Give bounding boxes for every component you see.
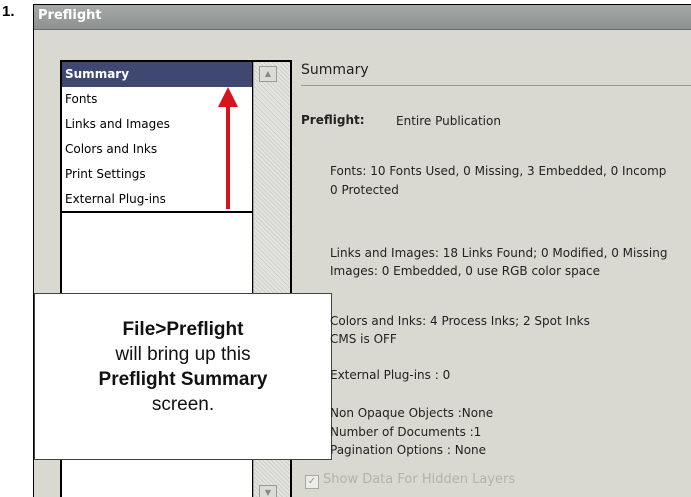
colors-summary-line-2: CMS is OFF <box>330 332 397 346</box>
hidden-layers-label[interactable]: Show Data For Hidden Layers <box>323 472 515 487</box>
scroll-up-arrow-icon[interactable]: ▲ <box>259 66 277 82</box>
pagination-options: Pagination Options : None <box>330 443 487 457</box>
plugins-summary: External Plug-ins : 0 <box>330 368 451 382</box>
summary-divider <box>301 85 691 86</box>
links-summary-line-2: Images: 0 Embedded, 0 use RGB color spac… <box>330 264 601 278</box>
number-of-documents: Number of Documents :1 <box>330 425 482 439</box>
preflight-label: Preflight: <box>301 113 365 127</box>
step-number: 1. <box>2 3 15 20</box>
callout-line-1: File>Preflight <box>122 319 244 340</box>
preflight-window: Preflight Summary Fonts Links and Images… <box>33 4 691 497</box>
list-divider <box>62 211 252 213</box>
instruction-callout: File>Preflight will bring up this Prefli… <box>34 293 332 460</box>
red-up-arrow-icon <box>218 87 238 209</box>
summary-heading: Summary <box>301 62 369 78</box>
window-title: Preflight <box>38 8 102 23</box>
callout-line-4: screen. <box>151 394 215 415</box>
colors-summary-line-1: Colors and Inks: 4 Process Inks; 2 Spot … <box>330 314 590 328</box>
preflight-value: Entire Publication <box>396 114 501 128</box>
title-bar[interactable]: Preflight <box>34 5 691 30</box>
scroll-down-arrow-icon[interactable]: ▼ <box>259 485 277 497</box>
fonts-summary-line-1: Fonts: 10 Fonts Used, 0 Missing, 3 Embed… <box>330 164 667 178</box>
non-opaque-objects: Non Opaque Objects :None <box>330 406 494 420</box>
list-item-summary[interactable]: Summary <box>62 62 252 87</box>
callout-line-2: will bring up this <box>115 344 251 365</box>
callout-line-3: Preflight Summary <box>98 369 268 390</box>
hidden-layers-checkbox[interactable]: ✓ <box>305 475 319 489</box>
fonts-summary-line-2: 0 Protected <box>330 183 399 197</box>
links-summary-line-1: Links and Images: 18 Links Found; 0 Modi… <box>330 246 668 260</box>
